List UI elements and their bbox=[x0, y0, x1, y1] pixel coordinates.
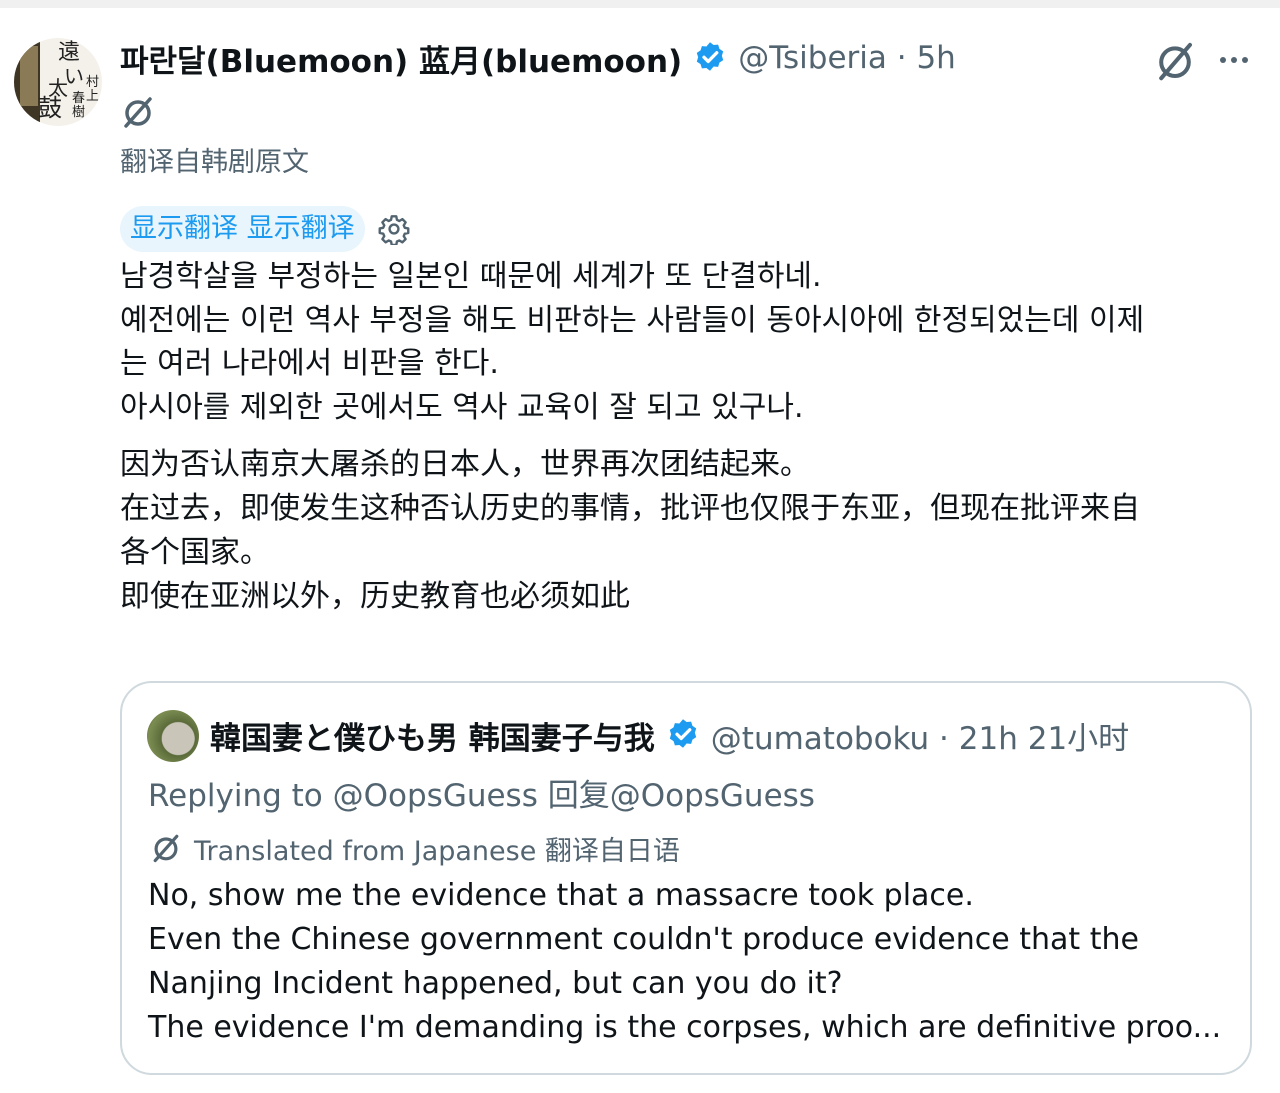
verified-badge-icon bbox=[669, 719, 696, 748]
verified-badge-icon bbox=[697, 42, 724, 71]
tweet-text-line: 남경학살을 부정하는 일본인 때문에 세계가 또 단결하네. bbox=[120, 259, 822, 294]
author-handle-time[interactable]: @Tsiberia · 5h bbox=[738, 40, 956, 76]
gear-icon[interactable] bbox=[378, 213, 410, 245]
author-avatar[interactable]: 遠 い 太 鼓 村 上 春 樹 bbox=[14, 38, 102, 126]
top-divider bbox=[0, 0, 1280, 8]
quoted-author-avatar[interactable] bbox=[147, 710, 199, 762]
quoted-translated-from-label: Translated from Japanese 翻译自日语 bbox=[194, 836, 680, 867]
quoted-text-line: The evidence I'm demanding is the corpse… bbox=[148, 1010, 1222, 1045]
author-display-name[interactable]: 파란달(Bluemoon) 蓝月(bluemoon) bbox=[120, 36, 682, 81]
quoted-author-name[interactable]: 韓国妻と僕ひも男 韩国妻子与我 bbox=[210, 713, 655, 758]
translation-text-line: 即使在亚洲以外，历史教育也必须如此 bbox=[120, 579, 630, 614]
quoted-text-line: Even the Chinese government couldn't pro… bbox=[148, 922, 1139, 957]
translation-text-line: 因为否认南京大屠杀的日本人，世界再次团结起来。 bbox=[120, 447, 810, 482]
tweet-text-line: 는 여러 나라에서 비판을 한다. bbox=[120, 346, 499, 381]
avatar-glyph: 上 bbox=[86, 89, 100, 104]
grok-slash-icon[interactable] bbox=[1152, 38, 1198, 84]
avatar-glyph: 村 bbox=[86, 75, 100, 90]
tweet-header: 파란달(Bluemoon) 蓝月(bluemoon) @Tsiberia · 5… bbox=[120, 36, 956, 80]
avatar-photo-strip bbox=[20, 46, 38, 106]
quoted-handle-time[interactable]: @tumatoboku · 21h 21小时 bbox=[711, 713, 1129, 758]
replying-to-label[interactable]: Replying to @OopsGuess 回复@OopsGuess bbox=[148, 770, 815, 815]
translation-text-line: 各个国家。 bbox=[120, 535, 270, 570]
avatar-glyph: 鼓 bbox=[38, 94, 62, 122]
tweet-text-line: 아시아를 제외한 곳에서도 역사 교육이 잘 되고 있구나. bbox=[120, 390, 804, 425]
avatar-glyph: 遠 bbox=[58, 40, 81, 65]
quoted-tweet-header: 韓国妻と僕ひも男 韩国妻子与我 @tumatoboku · 21h 21小时 bbox=[210, 712, 1129, 758]
quoted-text-line: Nanjing Incident happened, but can you d… bbox=[148, 966, 843, 1001]
grok-slash-icon bbox=[153, 834, 179, 863]
more-dots-icon[interactable] bbox=[1212, 38, 1256, 82]
show-translation-button[interactable]: 显示翻译 显示翻译 bbox=[120, 206, 365, 252]
tweet-text-line: 예전에는 이런 역사 부정을 해도 비판하는 사람들이 동아시아에 한정되었는데… bbox=[120, 303, 1145, 338]
avatar-glyph: 春 bbox=[72, 91, 86, 106]
quoted-text-line: No, show me the evidence that a massacre… bbox=[148, 878, 974, 913]
translation-text-line: 在过去，即使发生这种否认历史的事情，批评也仅限于东亚，但现在批评来自 bbox=[120, 491, 1140, 526]
avatar-glyph: 樹 bbox=[72, 105, 86, 120]
translated-from-label: 翻译自韩剧原文 bbox=[120, 147, 309, 178]
grok-slash-icon[interactable] bbox=[118, 92, 158, 132]
